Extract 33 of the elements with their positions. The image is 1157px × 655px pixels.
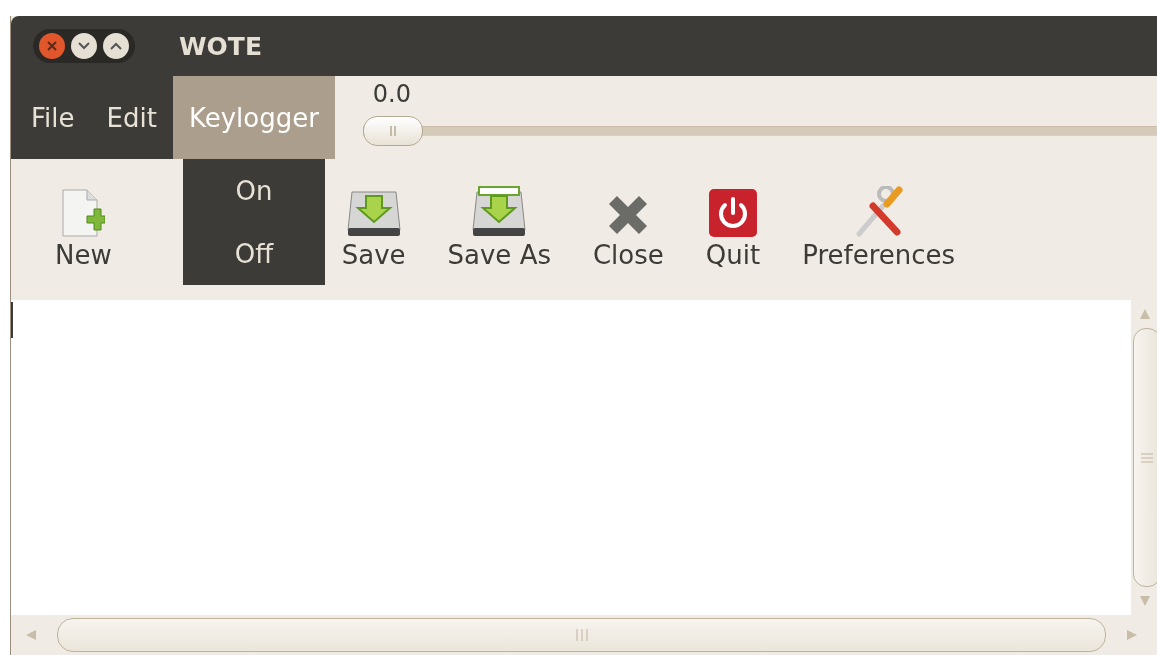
scroll-right-icon[interactable] [1126,629,1138,641]
text-cursor [11,302,13,338]
power-icon [708,188,758,238]
grip-icon [388,126,397,136]
toolbar-button[interactable]: Close [588,192,668,270]
toolbar-button[interactable]: Save As [443,186,555,270]
toolbar-button[interactable]: Quit [701,188,765,270]
slider-thumb[interactable] [362,116,423,146]
grip-icon [1140,452,1153,463]
text-area[interactable] [11,300,1131,615]
toolbar-button[interactable]: Save [337,186,410,270]
chevron-up-icon [110,42,122,50]
new-document-icon [61,188,106,238]
toolbar-button[interactable]: New [51,188,116,270]
scroll-up-icon[interactable] [1138,308,1151,320]
scroll-left-icon[interactable] [25,629,37,641]
close-window-button[interactable] [39,33,65,59]
grip-icon [575,629,588,641]
drive-download-label-icon [471,186,528,238]
menu-item[interactable]: File [15,76,91,159]
slider-value: 0.0 [372,80,412,108]
menu-option[interactable]: Off [183,222,325,285]
menu-option[interactable]: On [183,159,325,222]
scroll-thumb[interactable] [57,618,1106,652]
scroll-thumb[interactable] [1132,328,1157,587]
menu-item[interactable]: Edit [90,76,173,159]
window-title: WOTE [179,31,262,61]
minimize-button[interactable] [71,33,97,59]
toolbar-button[interactable]: Preferences [798,186,960,270]
chevron-down-icon [78,42,90,50]
scroll-down-icon[interactable] [1138,595,1151,607]
close-icon [47,41,57,51]
maximize-button[interactable] [103,33,129,59]
